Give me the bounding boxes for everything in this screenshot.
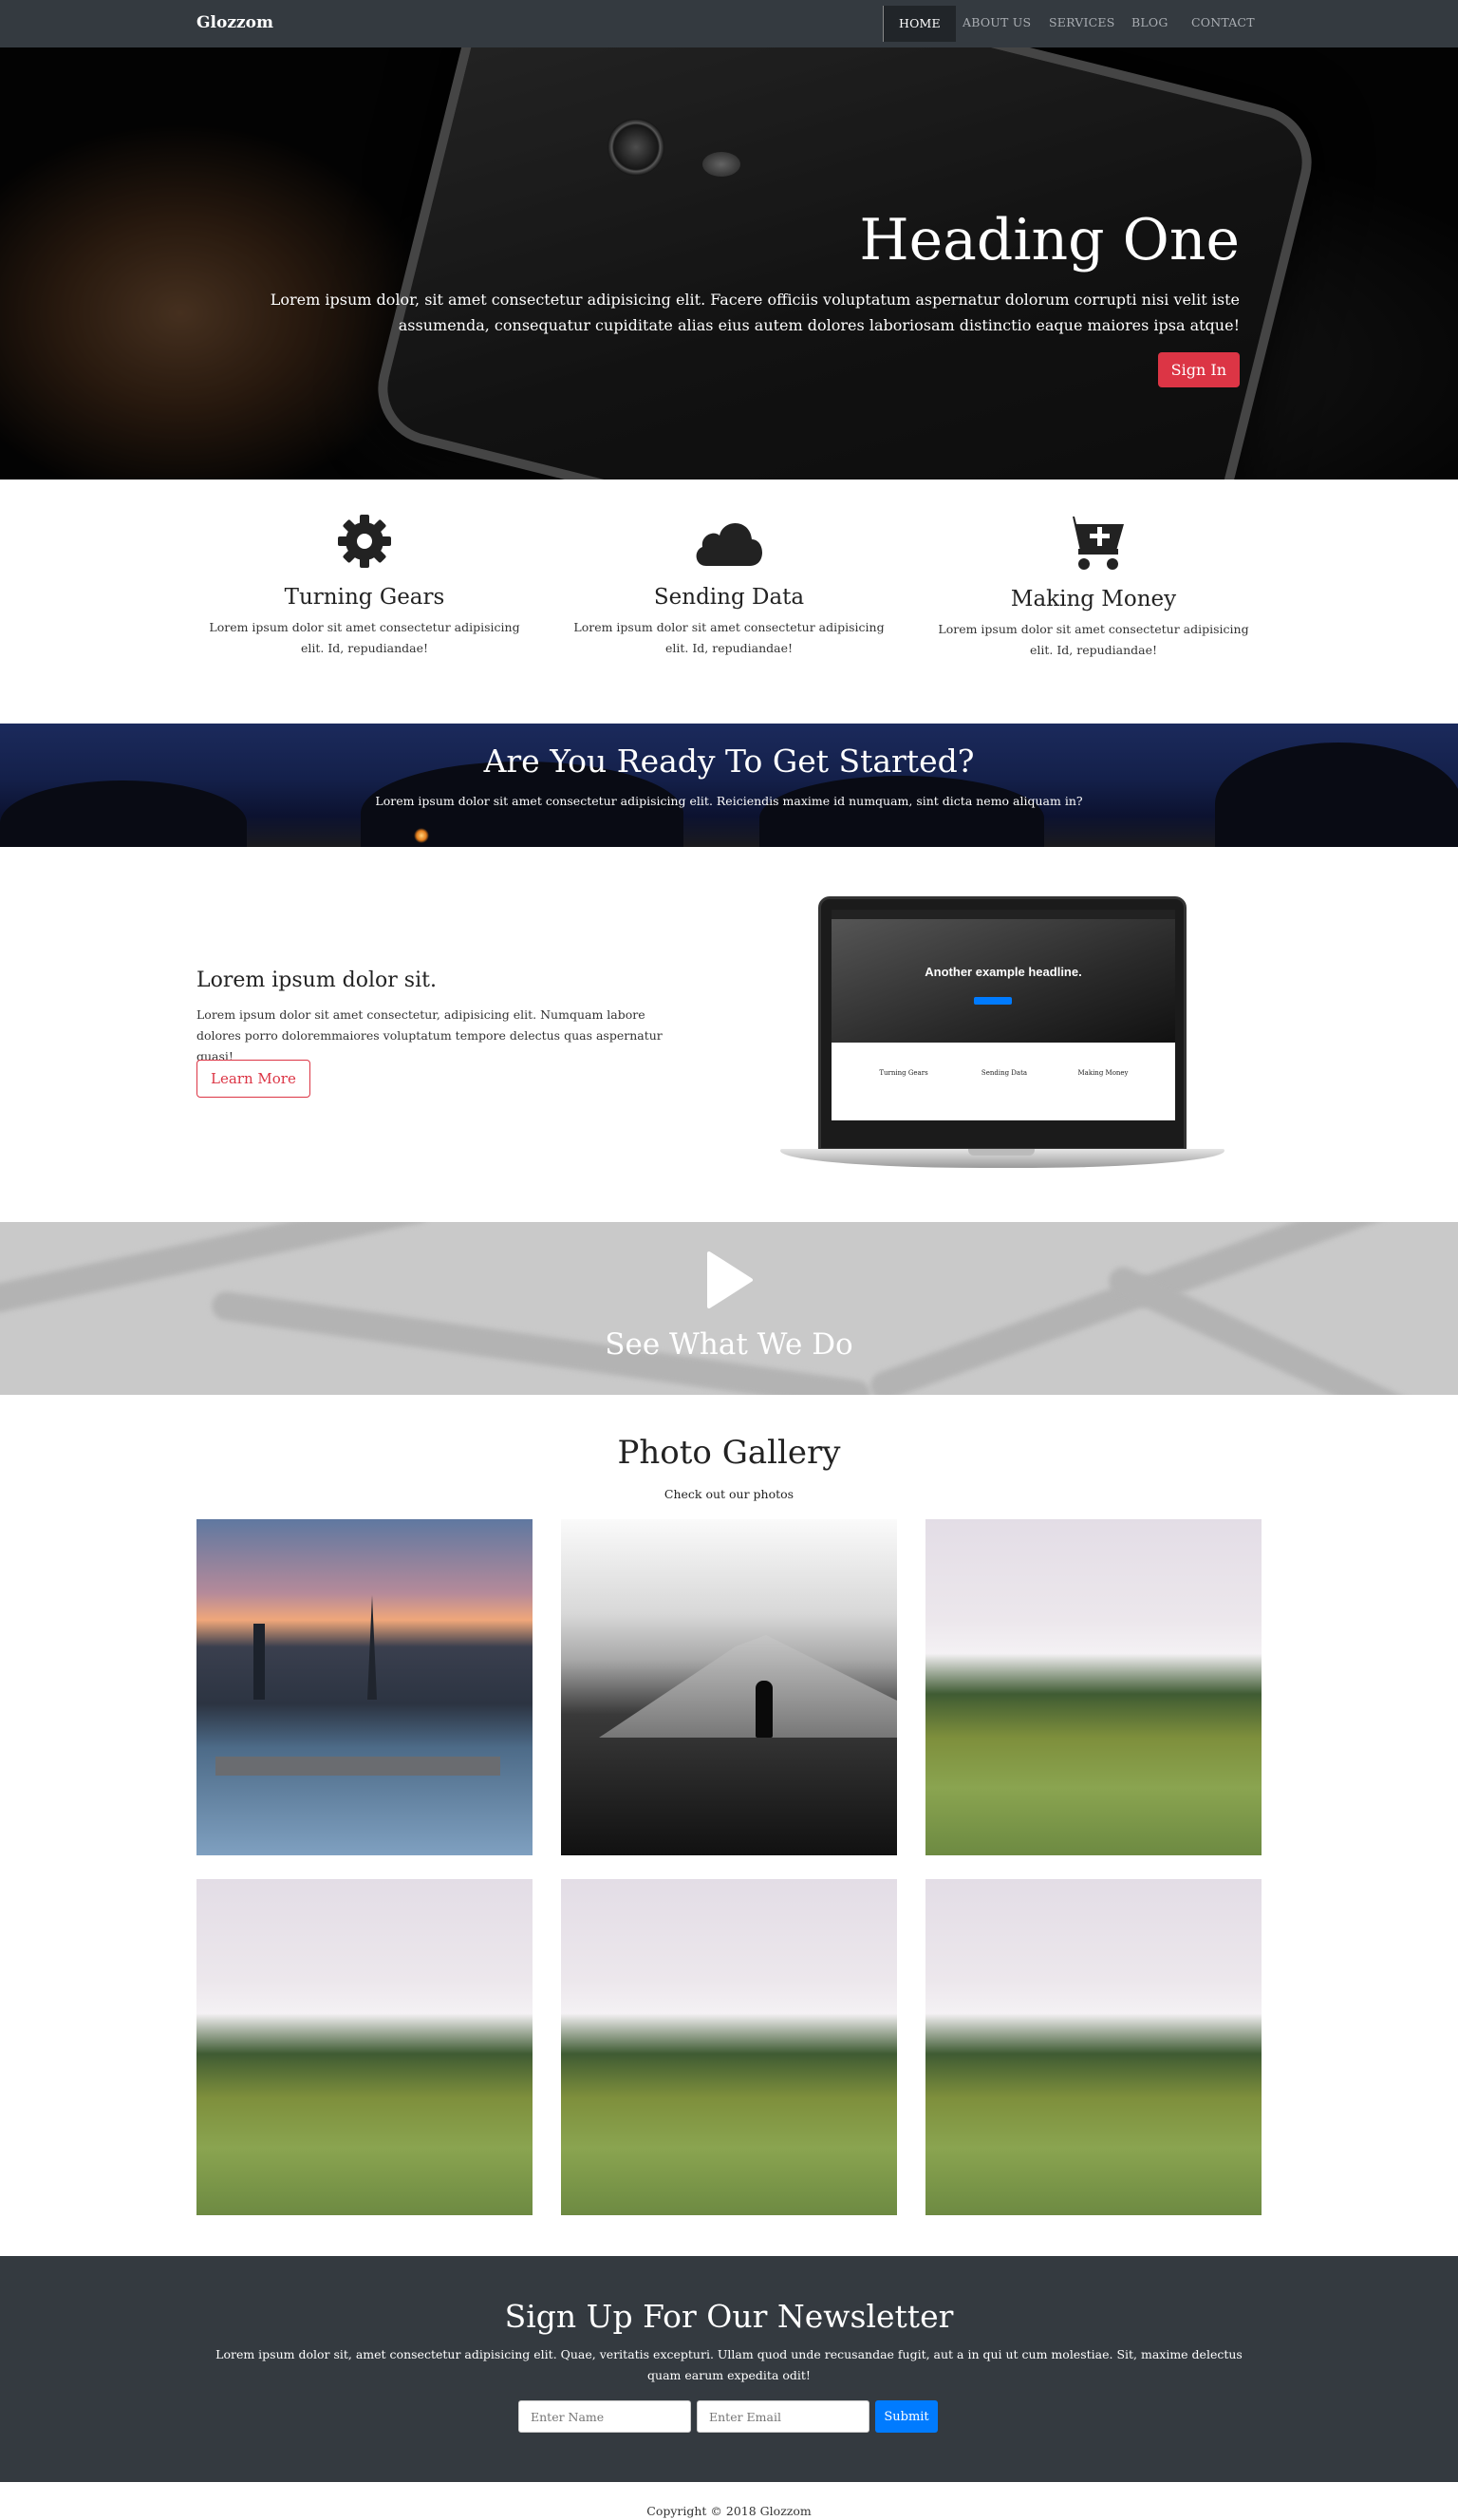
email-input[interactable] — [697, 2400, 869, 2433]
mountain — [599, 1635, 897, 1738]
play-icon[interactable] — [705, 1251, 755, 1308]
feature-text: Lorem ipsum dolor sit amet consectetur a… — [209, 620, 520, 655]
nav-home[interactable]: HOME — [883, 6, 956, 42]
person — [756, 1681, 773, 1738]
laptop-notch — [968, 1149, 1035, 1156]
nav-services[interactable]: SERVICES — [1049, 0, 1114, 42]
gallery-title: Photo Gallery — [617, 1434, 841, 1472]
feature-title: Sending Data — [653, 585, 805, 610]
street-light — [414, 828, 429, 843]
submit-button[interactable]: Submit — [875, 2400, 938, 2433]
laptop-screen-content: Another example headline. Turning Gears … — [832, 910, 1175, 1120]
copyright: Copyright © 2018 Glozzom — [646, 2504, 812, 2518]
tree-silhouette — [759, 776, 1044, 847]
nav-about[interactable]: ABOUT US — [963, 0, 1031, 42]
building — [253, 1624, 265, 1700]
get-started-text: Lorem ipsum dolor sit amet consectetur a… — [375, 794, 1083, 808]
mini-button — [974, 997, 1012, 1005]
gallery-subtitle: Check out our photos — [664, 1487, 794, 1501]
cart-plus-icon — [1061, 517, 1124, 570]
gallery-photo-hill[interactable] — [561, 1879, 897, 2215]
sign-in-button[interactable]: Sign In — [1157, 352, 1240, 387]
gallery-photo-hill[interactable] — [196, 1879, 533, 2215]
mini-feature-title: Making Money — [1077, 1069, 1129, 1077]
feature-title: Making Money — [1010, 587, 1177, 611]
nav-blog[interactable]: BLOG — [1131, 0, 1168, 42]
feature-making-money: Making Money Lorem ipsum dolor sit amet … — [926, 513, 1261, 661]
pier — [215, 1757, 500, 1776]
gallery-photo-hill[interactable] — [925, 1519, 1262, 1855]
hero-heading: Heading One — [859, 207, 1240, 273]
video-caption: See What We Do — [605, 1327, 853, 1362]
feature-text: Lorem ipsum dolor sit amet consectetur a… — [573, 620, 885, 655]
tower — [367, 1595, 377, 1700]
mini-hero — [832, 919, 1175, 1043]
info-text: Lorem ipsum dolor sit amet consectetur, … — [196, 1007, 663, 1063]
gallery-photo-hill[interactable] — [925, 1879, 1262, 2215]
mini-features — [832, 1043, 1175, 1120]
learn-more-button[interactable]: Learn More — [196, 1060, 310, 1098]
mini-feature-title: Sending Data — [981, 1069, 1028, 1077]
feature-text: Lorem ipsum dolor sit amet consectetur a… — [938, 622, 1249, 657]
gallery-photo-city[interactable] — [196, 1519, 533, 1855]
video-section — [0, 1222, 1458, 1395]
mini-feature-title: Turning Gears — [879, 1069, 928, 1077]
newsletter-text: Lorem ipsum dolor sit, amet consectetur … — [215, 2347, 1243, 2382]
newsletter-title: Sign Up For Our Newsletter — [504, 2298, 954, 2335]
cloud-icon — [696, 522, 762, 566]
brand-logo[interactable]: Glozzom — [196, 13, 273, 32]
nav-contact[interactable]: CONTACT — [1191, 0, 1255, 42]
feature-sending-data: Sending Data Lorem ipsum dolor sit amet … — [562, 513, 896, 659]
name-input[interactable] — [518, 2400, 691, 2433]
tree-silhouette — [0, 780, 247, 847]
feature-title: Turning Gears — [284, 585, 445, 610]
mini-hero-headline: Another example headline. — [925, 965, 1082, 979]
feature-turning-gears: Turning Gears Lorem ipsum dolor sit amet… — [197, 513, 532, 659]
info-title: Lorem ipsum dolor sit. — [196, 969, 437, 992]
gallery-photo-mountain[interactable] — [561, 1519, 897, 1855]
hero-text: Lorem ipsum dolor, sit amet consectetur … — [270, 291, 1240, 334]
mini-navbar — [832, 910, 1175, 919]
get-started-title: Are You Ready To Get Started? — [483, 743, 975, 780]
gear-icon — [338, 515, 391, 568]
